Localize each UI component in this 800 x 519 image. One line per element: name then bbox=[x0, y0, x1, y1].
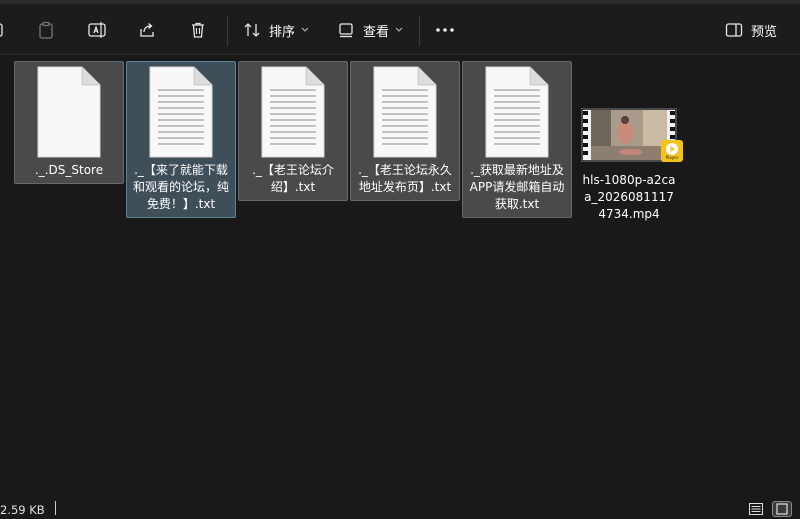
file-name: ._【老王论坛介绍】.txt bbox=[252, 163, 334, 194]
file-item[interactable]: ._获取最新地址及APP请发邮箱自动获取.txt bbox=[462, 61, 572, 218]
file-item[interactable]: ._【来了就能下载和观看的论坛，纯免费！】.txt bbox=[126, 61, 236, 218]
chevron-down-icon bbox=[395, 27, 403, 32]
details-view-button[interactable] bbox=[746, 501, 766, 517]
delete-button[interactable] bbox=[182, 14, 214, 46]
status-divider bbox=[55, 501, 56, 515]
file-name: ._【老王论坛永久地址发布页】.txt bbox=[358, 163, 452, 194]
toolbar-divider bbox=[419, 16, 420, 46]
file-area[interactable]: ._.DS_Store ._【来了就能下载和观看的论坛，纯免费！】.txt ._… bbox=[0, 55, 800, 495]
file-name: ._获取最新地址及APP请发邮箱自动获取.txt bbox=[469, 163, 565, 211]
share-button[interactable] bbox=[131, 14, 163, 46]
preview-pane-button[interactable]: 预览 bbox=[720, 14, 782, 46]
share-icon bbox=[140, 23, 154, 37]
clipboard-icon bbox=[39, 21, 53, 39]
file-icon bbox=[36, 66, 102, 158]
sort-label: 排序 bbox=[268, 24, 295, 40]
file-item[interactable]: ._【老王论坛介绍】.txt bbox=[238, 61, 348, 201]
video-thumbnail: Player bbox=[581, 108, 683, 166]
sort-button[interactable]: 排序 bbox=[240, 14, 312, 46]
file-item[interactable]: ._.DS_Store bbox=[14, 61, 124, 184]
text-file-icon bbox=[260, 66, 326, 158]
selection-size: 2.59 KB bbox=[0, 503, 45, 517]
file-name: ._.DS_Store bbox=[34, 163, 104, 177]
file-item[interactable]: Player hls-1080p-a2caa_20260811174734.mp… bbox=[574, 61, 684, 228]
player-badge-label: Player bbox=[665, 155, 679, 160]
details-view-icon bbox=[749, 503, 763, 515]
rename-button[interactable] bbox=[81, 14, 113, 46]
toolbar-divider bbox=[227, 16, 228, 46]
command-bar: 排序 查看 预览 bbox=[0, 4, 800, 55]
text-file-icon bbox=[484, 66, 550, 158]
chevron-down-icon bbox=[301, 27, 309, 32]
rename-icon bbox=[88, 22, 106, 38]
new-icon[interactable] bbox=[0, 14, 10, 46]
preview-label: 预览 bbox=[750, 24, 777, 40]
large-icons-view-icon bbox=[776, 503, 788, 515]
view-button[interactable]: 查看 bbox=[334, 14, 406, 46]
player-badge: Player bbox=[661, 140, 683, 162]
file-name: ._【来了就能下载和观看的论坛，纯免费！】.txt bbox=[133, 163, 230, 211]
status-bar: 2.59 KB bbox=[0, 497, 800, 519]
trash-icon bbox=[192, 22, 204, 38]
file-name: hls-1080p-a2caa_20260811174734.mp4 bbox=[582, 173, 676, 221]
file-explorer-window: 排序 查看 预览 ._.DS_Store ._【来了就能下载和观看的论坛，纯免费… bbox=[0, 0, 800, 519]
more-options-button[interactable] bbox=[429, 14, 461, 46]
file-item[interactable]: ._【老王论坛永久地址发布页】.txt bbox=[350, 61, 460, 201]
view-icon bbox=[339, 23, 353, 38]
sort-icon bbox=[244, 23, 260, 37]
paste-button[interactable] bbox=[30, 14, 62, 46]
large-icons-view-button[interactable] bbox=[772, 501, 792, 517]
view-label: 查看 bbox=[362, 24, 389, 40]
more-icon bbox=[436, 28, 454, 32]
text-file-icon bbox=[372, 66, 438, 158]
text-file-icon bbox=[148, 66, 214, 158]
preview-pane-icon bbox=[725, 23, 743, 37]
